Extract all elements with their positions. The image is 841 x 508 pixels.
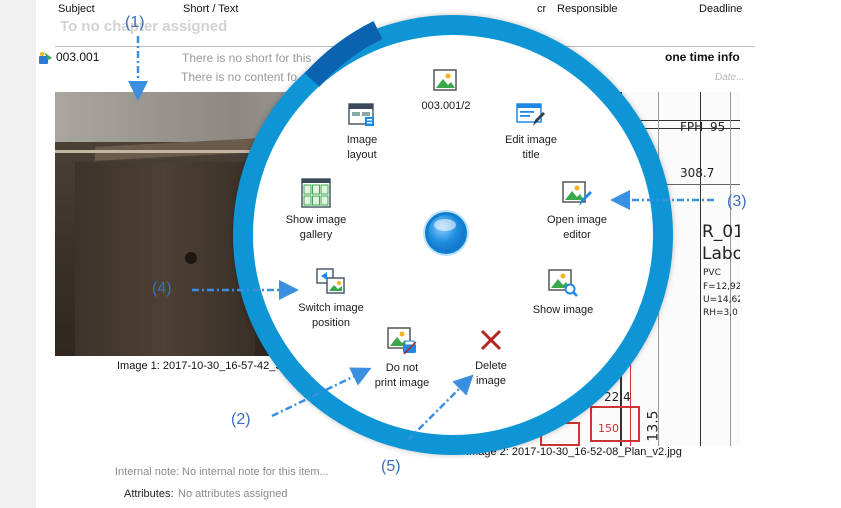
callout-5: (5) bbox=[381, 458, 401, 475]
callout-1: (1) bbox=[125, 14, 145, 31]
callout-3: (3) bbox=[727, 193, 747, 210]
callout-4: (4) bbox=[152, 280, 172, 297]
callout-2: (2) bbox=[231, 411, 251, 428]
callout-5-arrow bbox=[407, 374, 474, 441]
callout-2-arrow bbox=[271, 367, 372, 418]
callout-arrows bbox=[128, 36, 714, 441]
